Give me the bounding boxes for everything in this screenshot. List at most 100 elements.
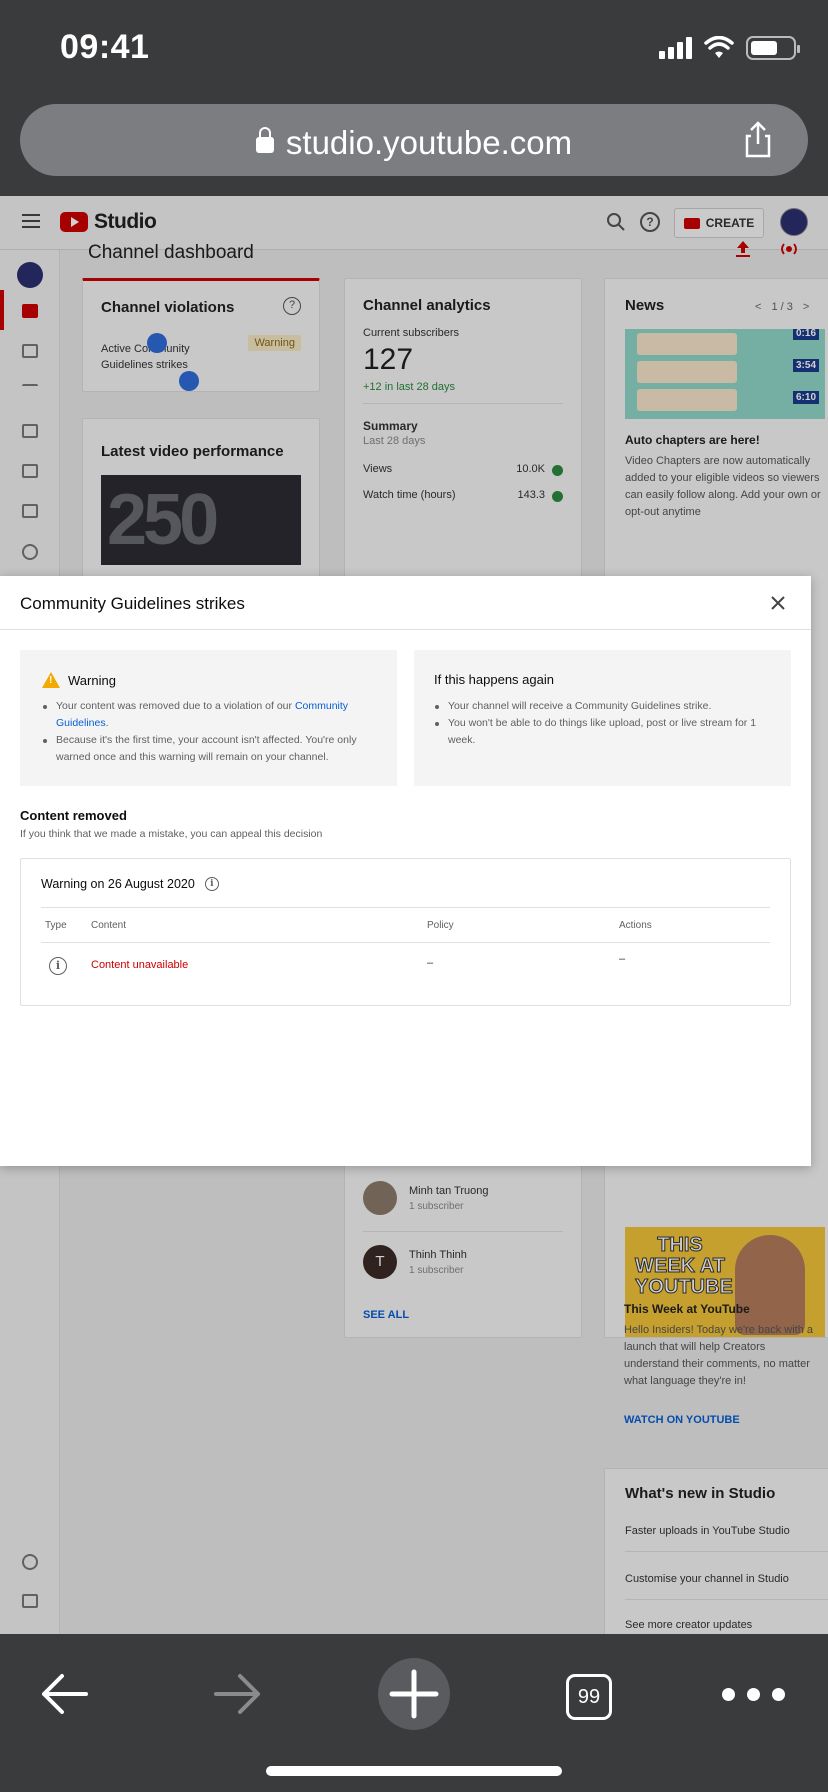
consequence-panel: If this happens again Your channel will … — [414, 650, 791, 786]
dashboard-icon[interactable] — [22, 304, 38, 318]
policy-cell: – — [427, 957, 434, 969]
new-tab-button[interactable] — [378, 1658, 450, 1730]
cellular-signal-icon — [659, 37, 692, 59]
tabs-count-button[interactable]: 99 — [566, 1674, 612, 1720]
warning-icon — [42, 672, 60, 688]
news-pager: <1 / 3 > — [755, 301, 809, 313]
latest-video-title: Latest video performance — [101, 443, 284, 460]
share-icon[interactable] — [738, 120, 778, 160]
forward-arrow-icon[interactable] — [212, 1672, 264, 1716]
thumbnail-text: THIS WEEK AT YOUTUBE — [635, 1234, 734, 1298]
warning-bullets: Your content was removed due to a violat… — [42, 698, 377, 766]
timestamp: 0:16 — [792, 329, 819, 340]
selection-handle-end[interactable] — [179, 371, 199, 391]
avatar: T — [363, 1245, 397, 1279]
metric-label: Watch time (hours) — [363, 489, 456, 501]
copyright-icon[interactable] — [22, 544, 38, 560]
list-item[interactable]: Faster uploads in YouTube Studio — [625, 1525, 790, 1537]
status-icons — [659, 36, 800, 60]
news-video-body: Hello Insiders! Today we're back with a … — [624, 1324, 813, 1387]
pager-text: 1 / 3 — [771, 301, 793, 313]
violations-title: Channel violations — [101, 299, 235, 316]
news-thumbnail[interactable]: 0:16 3:54 6:10 — [625, 329, 825, 419]
list-item[interactable]: T Thinh Thinh 1 subscriber — [363, 1245, 467, 1279]
news-article-title[interactable]: Auto chapters are here! — [625, 433, 760, 447]
warning-chip: Warning — [248, 335, 301, 351]
close-icon[interactable] — [767, 592, 789, 614]
settings-icon[interactable] — [22, 1554, 38, 1570]
studio-logo[interactable]: Studio — [60, 210, 157, 234]
plus-icon — [389, 1669, 439, 1719]
comments-icon[interactable] — [22, 464, 38, 478]
bullet-text: . — [105, 717, 109, 729]
bullet-text: Your content was removed due to a violat… — [56, 700, 295, 712]
avatar — [363, 1181, 397, 1215]
metric-label: Views — [363, 463, 393, 475]
warning-title: Warning — [68, 672, 116, 688]
back-arrow-icon[interactable] — [38, 1672, 90, 1716]
prev-icon[interactable]: < — [755, 301, 761, 313]
info-icon[interactable]: i — [204, 877, 219, 891]
column-header-type: Type — [45, 920, 67, 931]
summary-title: Summary — [363, 419, 418, 433]
subtitles-icon[interactable] — [22, 504, 38, 518]
active-indicator — [0, 290, 4, 330]
youtube-play-icon — [60, 212, 88, 232]
content-type-info-icon[interactable]: i — [49, 957, 67, 975]
content-unavailable-text: Content unavailable — [91, 959, 189, 971]
subscriber-name: Thinh Thinh — [409, 1248, 467, 1261]
actions-cell: – — [619, 953, 626, 965]
search-icon[interactable] — [606, 212, 626, 232]
browser-url-area: studio.youtube.com — [0, 96, 828, 196]
news-video-thumbnail[interactable]: THIS WEEK AT YOUTUBE — [625, 1227, 825, 1337]
list-item[interactable]: Minh tan Truong 1 subscriber — [363, 1181, 489, 1215]
create-button[interactable]: CREATE — [674, 208, 764, 238]
go-live-icon[interactable] — [778, 238, 800, 260]
table-header: Type Content Policy Actions — [41, 907, 770, 943]
list-item[interactable]: Customise your channel in Studio — [625, 1573, 789, 1585]
feedback-icon[interactable] — [22, 1594, 38, 1608]
metric-value: 10.0K — [516, 463, 545, 475]
next-icon[interactable]: > — [803, 301, 809, 313]
video-camera-icon — [683, 217, 700, 229]
see-all-link[interactable]: SEE ALL — [363, 1309, 409, 1321]
subscribers-delta: +12 in last 28 days — [363, 381, 456, 393]
upload-icon[interactable] — [732, 238, 754, 260]
dialog-header: Community Guidelines strikes — [0, 576, 811, 630]
latest-video-card: Latest video performance 250 — [82, 418, 320, 578]
address-bar[interactable]: studio.youtube.com — [20, 104, 808, 176]
warning-date-label: Warning on 26 August 2020 — [41, 877, 195, 891]
list-item: You won't be able to do things like uplo… — [434, 715, 771, 749]
news-video-title[interactable]: This Week at YouTube — [624, 1302, 750, 1316]
list-item: Your channel will receive a Community Gu… — [434, 698, 771, 715]
timestamp: 6:10 — [792, 391, 819, 404]
playlists-icon[interactable] — [22, 384, 38, 398]
help-icon[interactable]: ? — [640, 212, 660, 232]
account-avatar[interactable] — [780, 208, 808, 236]
selection-handle-start[interactable] — [147, 333, 167, 353]
whats-new-title: What's new in Studio — [625, 1485, 776, 1502]
news-article-body: Video Chapters are now automatically add… — [625, 455, 821, 518]
column-header-content: Content — [91, 920, 127, 931]
more-menu-icon[interactable] — [722, 1688, 785, 1701]
analytics-icon[interactable] — [22, 424, 38, 438]
status-time: 09:41 — [60, 28, 150, 66]
content-icon[interactable] — [22, 344, 38, 358]
status-bar: 09:41 — [0, 0, 828, 96]
channel-avatar[interactable] — [17, 262, 43, 288]
subscriber-meta: 1 subscriber — [409, 1264, 464, 1276]
subscribers-value: 127 — [363, 343, 414, 376]
table-title: Warning on 26 August 2020 i — [41, 877, 219, 891]
timestamp: 3:54 — [792, 359, 819, 372]
warning-panel: Warning Your content was removed due to … — [20, 650, 397, 786]
help-icon[interactable]: ? — [283, 297, 301, 315]
dialog-title: Community Guidelines strikes — [20, 594, 245, 613]
list-item[interactable]: See more creator updates — [625, 1619, 752, 1631]
content-removed-subtitle: If you think that we made a mistake, you… — [20, 828, 323, 840]
video-thumbnail[interactable]: 250 — [101, 475, 301, 565]
watch-on-youtube-link[interactable]: WATCH ON YOUTUBE — [624, 1414, 740, 1426]
content-removed-title: Content removed — [20, 808, 127, 823]
menu-icon[interactable] — [22, 214, 40, 228]
thumbnail-text: 250 — [107, 480, 219, 560]
consequence-title: If this happens again — [434, 672, 554, 687]
